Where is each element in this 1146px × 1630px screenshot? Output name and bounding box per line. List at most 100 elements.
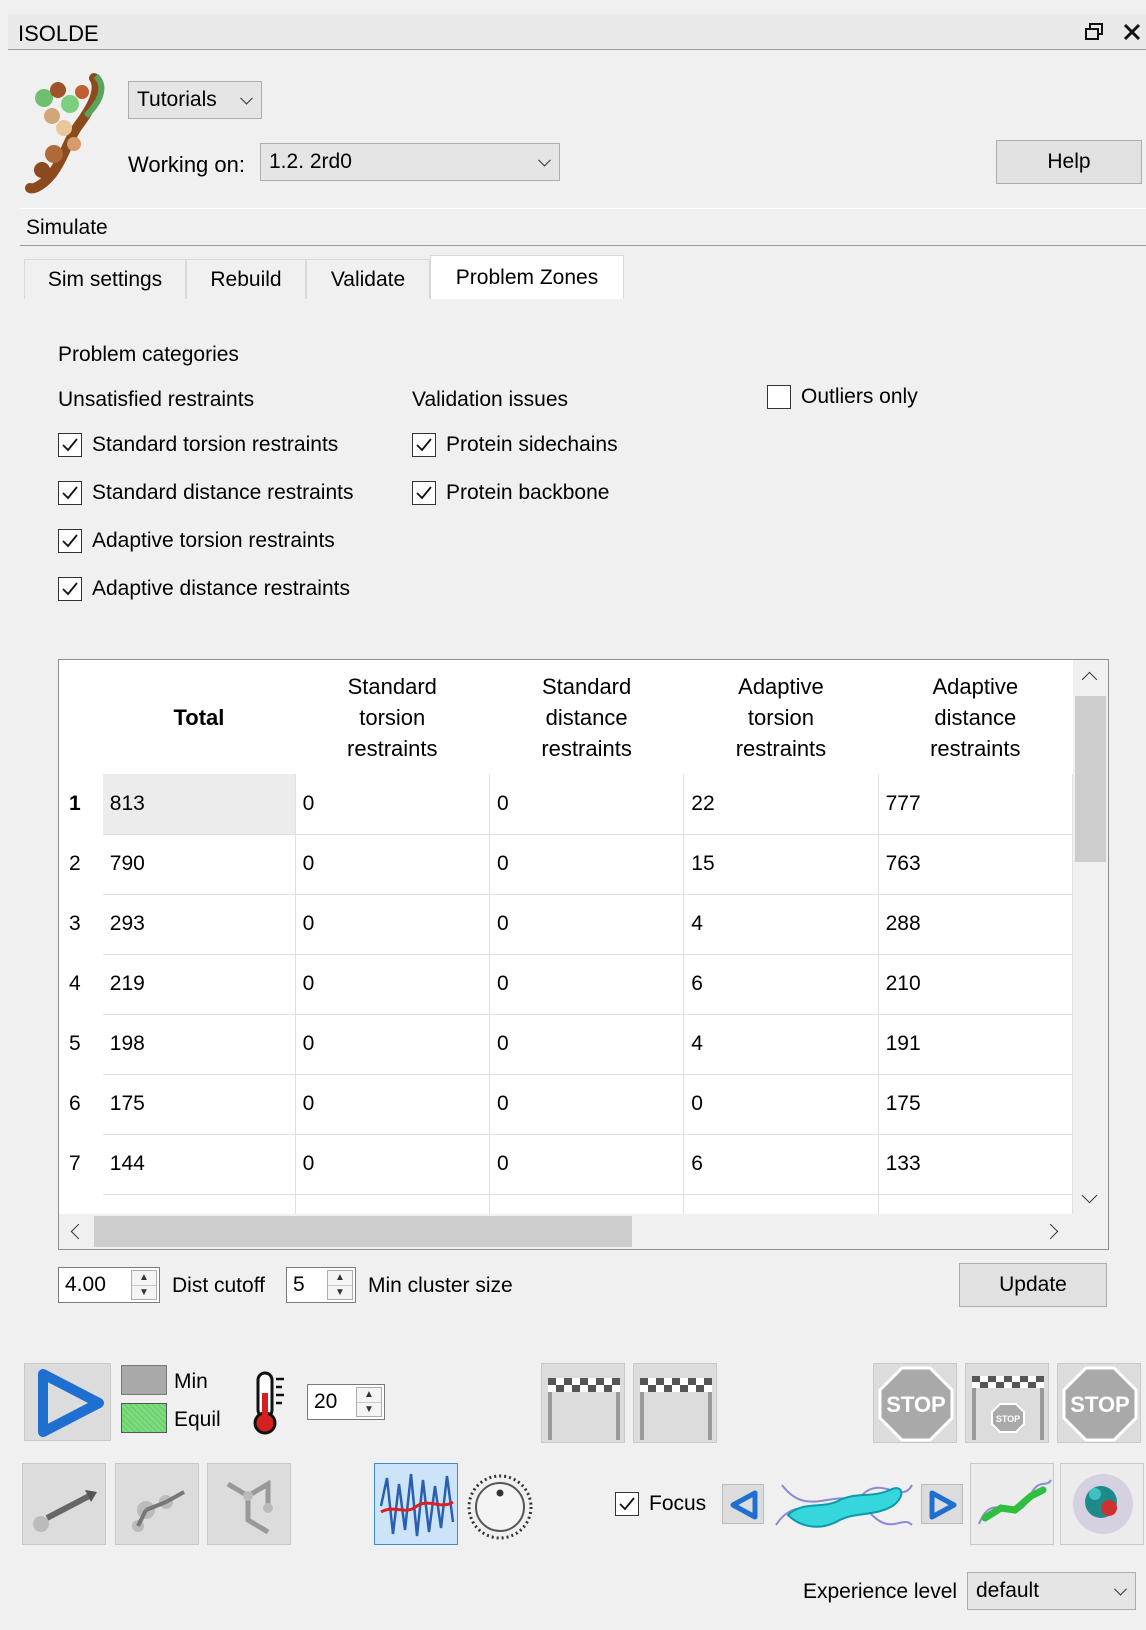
column-header-total[interactable]: Total [103,660,295,774]
table-row[interactable]: 1 813 0 0 22 777 [59,774,1074,835]
cell-adaptive-torsion[interactable]: 6 [683,1134,879,1195]
cell-standard-torsion[interactable]: 0 [295,1134,490,1195]
checkpoint-save-button[interactable] [541,1363,625,1443]
horizontal-scroll-thumb[interactable] [94,1216,632,1247]
spin-down-icon[interactable]: ▼ [328,1284,352,1300]
next-zone-button[interactable] [921,1484,963,1524]
min-swatch[interactable] [121,1365,167,1395]
stop-discard-button[interactable]: STOP [1057,1363,1141,1443]
tab-sim-settings[interactable]: Sim settings [24,259,186,299]
cell-standard-distance[interactable]: 0 [489,894,685,955]
column-header-standard-distance[interactable]: Standard distance restraints [489,660,683,774]
spin-down-icon[interactable]: ▼ [132,1284,156,1300]
cell-adaptive-torsion[interactable]: 4 [683,1014,879,1075]
stop-revert-checkpoint-button[interactable]: STOP [965,1363,1049,1443]
tab-problem-zones[interactable]: Problem Zones [430,255,624,299]
cell-adaptive-torsion[interactable]: 4 [683,894,879,955]
cell-adaptive-distance[interactable]: 191 [878,1014,1074,1075]
cell-adaptive-torsion[interactable]: 22 [683,774,879,835]
cell-standard-torsion[interactable]: 0 [295,774,490,835]
tutorials-dropdown[interactable]: Tutorials [128,81,262,119]
outliers-only-checkbox[interactable]: Outliers only [767,385,918,409]
cell-adaptive-distance[interactable]: 133 [878,1134,1074,1195]
cell-adaptive-distance[interactable]: 175 [878,1074,1074,1135]
dist-cutoff-spinbox[interactable]: 4.00 ▲ ▼ [58,1267,160,1303]
working-on-dropdown[interactable]: 1.2. 2rd0 [260,143,560,181]
scroll-left-icon[interactable] [70,1223,87,1240]
spin-up-icon[interactable]: ▲ [328,1271,352,1285]
column-header-standard-torsion[interactable]: Standard torsion restraints [295,660,489,774]
standard-distance-checkbox[interactable]: Standard distance restraints [58,481,353,505]
cell-total[interactable]: 813 [102,774,296,835]
cell-total[interactable]: 790 [102,834,296,895]
cell-adaptive-distance[interactable]: 763 [878,834,1074,895]
cell-standard-torsion[interactable]: 0 [295,1074,490,1135]
cell-standard-distance[interactable]: 0 [489,774,685,835]
help-button[interactable]: Help [996,140,1142,184]
cell-total[interactable]: 175 [102,1074,296,1135]
stop-keep-button[interactable]: STOP [873,1363,957,1443]
cell-adaptive-distance[interactable]: 777 [878,774,1074,835]
tug-selection-button[interactable] [207,1463,291,1545]
horizontal-scrollbar[interactable] [59,1214,1073,1249]
scroll-down-icon[interactable] [1081,1187,1098,1204]
cell-total[interactable]: 144 [102,1134,296,1195]
row-header[interactable]: 3 [59,894,103,954]
adaptive-torsion-checkbox[interactable]: Adaptive torsion restraints [58,529,335,553]
vertical-scrollbar[interactable] [1073,660,1108,1214]
cell-standard-distance[interactable]: 0 [489,1014,685,1075]
cell-standard-torsion[interactable]: 0 [295,954,490,1015]
spin-up-icon[interactable]: ▲ [357,1388,381,1402]
row-header[interactable]: 1 [59,774,103,834]
map-plot-button[interactable] [374,1463,458,1545]
spin-buttons[interactable]: ▲ ▼ [131,1270,157,1300]
close-icon[interactable] [1122,22,1142,42]
cell-standard-torsion[interactable]: 0 [295,1014,490,1075]
scroll-up-icon[interactable] [1081,671,1098,688]
row-header[interactable]: 6 [59,1074,103,1134]
cell-total[interactable]: 219 [102,954,296,1015]
tab-validate[interactable]: Validate [306,259,430,299]
show-selection-button[interactable] [970,1463,1054,1545]
spin-down-icon[interactable]: ▼ [357,1401,381,1417]
cell-adaptive-torsion[interactable]: 6 [683,954,879,1015]
cell-adaptive-torsion[interactable]: 0 [683,1074,879,1135]
previous-zone-button[interactable] [722,1484,764,1524]
table-row[interactable]: 2 790 0 0 15 763 [59,834,1074,895]
cell-adaptive-distance[interactable]: 210 [878,954,1074,1015]
cell-total[interactable]: 293 [102,894,296,955]
tug-residue-button[interactable] [115,1463,199,1545]
column-header-adaptive-distance[interactable]: Adaptive distance restraints [878,660,1072,774]
row-header[interactable]: 4 [59,954,103,1014]
float-window-icon[interactable] [1084,22,1106,42]
column-header-adaptive-torsion[interactable]: Adaptive torsion restraints [684,660,878,774]
min-cluster-spinbox[interactable]: 5 ▲ ▼ [286,1267,356,1303]
cell-standard-torsion[interactable]: 0 [295,894,490,955]
cell-standard-distance[interactable]: 0 [489,1134,685,1195]
vertical-scroll-thumb[interactable] [1075,696,1106,862]
cell-adaptive-torsion[interactable]: 15 [683,834,879,895]
protein-backbone-checkbox[interactable]: Protein backbone [412,481,609,505]
cell-standard-distance[interactable]: 0 [489,954,685,1015]
cell-standard-distance[interactable]: 0 [489,834,685,895]
problem-zones-table[interactable]: Total Standard torsion restraints Standard… [58,659,1109,1250]
table-row[interactable]: 3 293 0 0 4 288 [59,894,1074,955]
problem-zone-thumbnail[interactable] [772,1465,916,1543]
table-row[interactable]: 6 175 0 0 0 175 [59,1074,1074,1135]
row-header[interactable]: 2 [59,834,103,894]
table-row[interactable]: 4 219 0 0 6 210 [59,954,1074,1015]
update-button[interactable]: Update [959,1263,1107,1307]
map-contour-dial[interactable] [464,1471,536,1543]
cell-adaptive-distance[interactable]: 288 [878,894,1074,955]
show-all-button[interactable] [1060,1463,1144,1545]
focus-checkbox[interactable]: Focus [615,1492,706,1516]
spin-up-icon[interactable]: ▲ [132,1271,156,1285]
temperature-spinbox[interactable]: 20 ▲ ▼ [307,1384,385,1420]
tug-atom-button[interactable] [22,1463,106,1545]
checkpoint-revert-button[interactable] [633,1363,717,1443]
equil-swatch[interactable] [121,1403,167,1433]
scroll-right-icon[interactable] [1042,1223,1059,1240]
start-simulation-button[interactable] [24,1363,111,1441]
spin-buttons[interactable]: ▲ ▼ [356,1387,382,1417]
cell-standard-distance[interactable]: 0 [489,1074,685,1135]
